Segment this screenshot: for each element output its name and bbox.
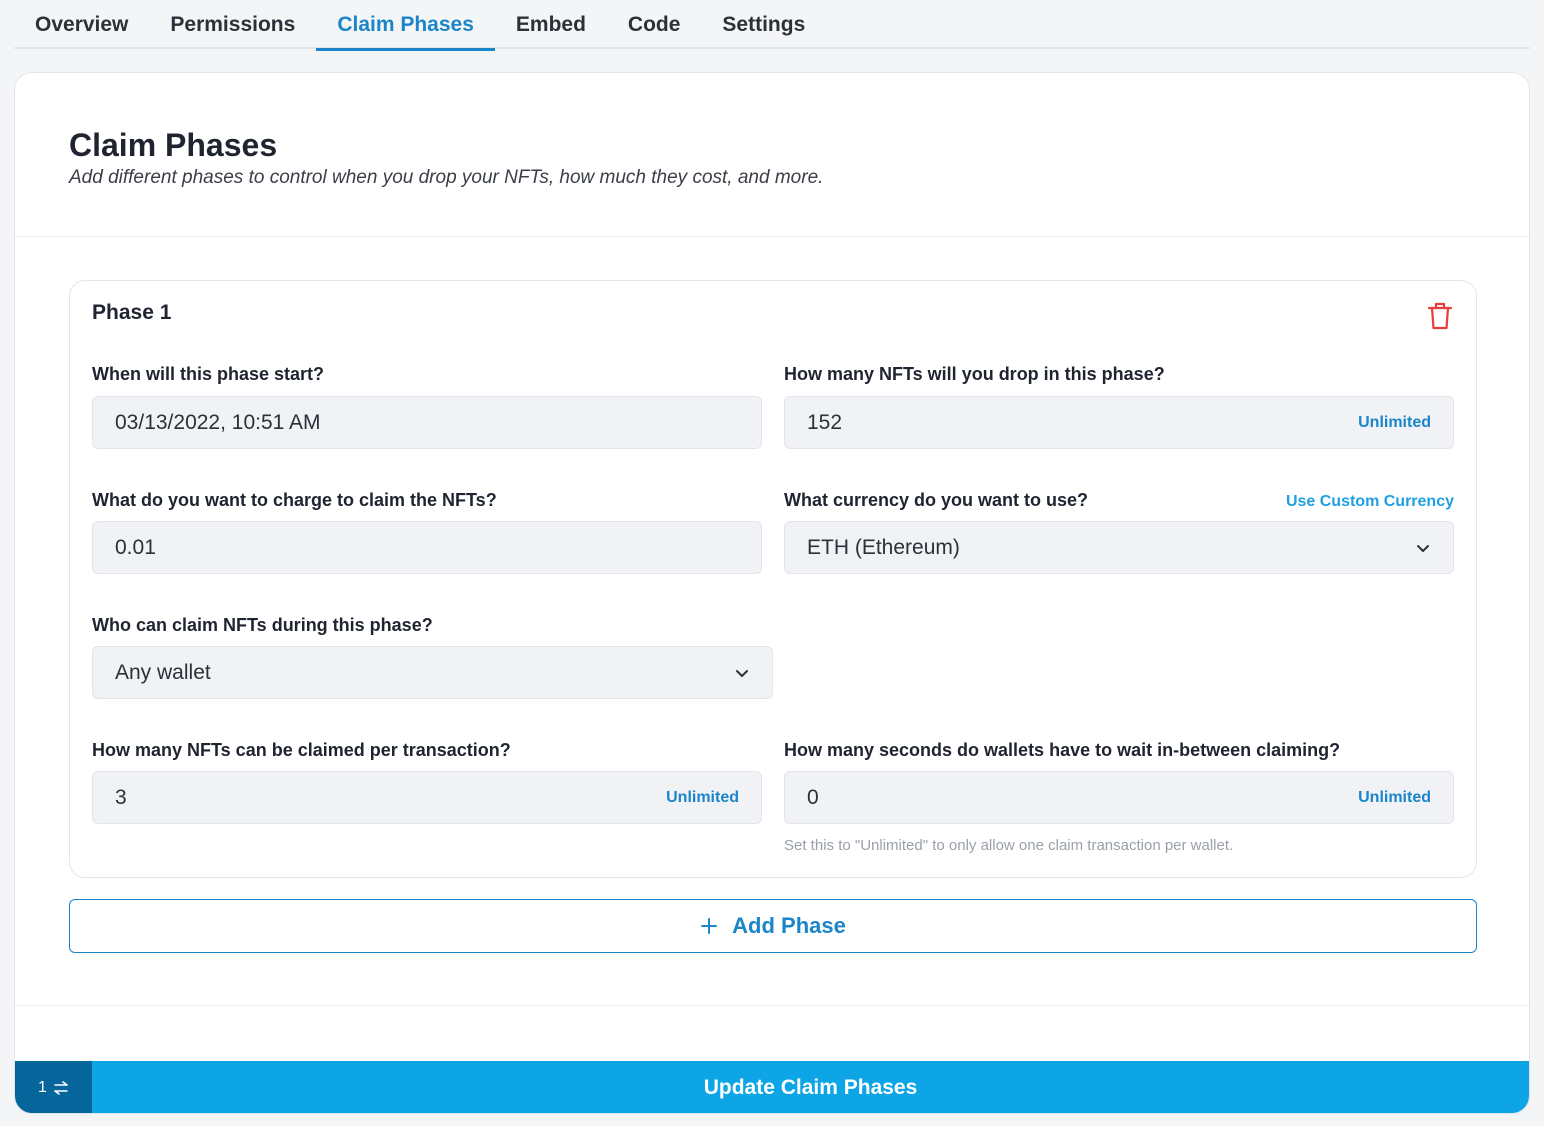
tab-bar: Overview Permissions Claim Phases Embed … <box>14 0 1530 51</box>
currency-select[interactable]: ETH (Ethereum) <box>784 521 1454 574</box>
delete-phase-button[interactable] <box>1426 301 1454 331</box>
tab-overview[interactable]: Overview <box>14 0 149 49</box>
trash-icon <box>1427 302 1453 330</box>
wait-help-text: Set this to "Unlimited" to only allow on… <box>784 837 1234 854</box>
chevron-down-icon <box>1417 544 1429 552</box>
tab-permissions[interactable]: Permissions <box>149 0 316 49</box>
divider <box>15 1005 1529 1006</box>
supply-value: 152 <box>807 410 843 434</box>
who-label: Who can claim NFTs during this phase? <box>92 615 433 635</box>
start-label: When will this phase start? <box>92 364 325 384</box>
chevron-down-icon <box>736 669 748 677</box>
use-custom-currency-link[interactable]: Use Custom Currency <box>1286 493 1454 511</box>
plus-icon <box>701 918 718 934</box>
per-tx-input[interactable]: 3 Unlimited <box>92 771 762 824</box>
add-phase-button[interactable]: Add Phase <box>69 899 1477 953</box>
who-select[interactable]: Any wallet <box>92 646 773 699</box>
start-date-value: 03/13/2022, 10:51 AM <box>115 410 321 434</box>
page-title: Claim Phases <box>69 127 278 163</box>
phase-card: Phase 1 When will this phase start? 03/1… <box>69 280 1477 878</box>
card-header: Claim Phases Add different phases to con… <box>15 73 1529 237</box>
claim-phases-card: Claim Phases Add different phases to con… <box>14 72 1530 1114</box>
currency-value: ETH (Ethereum) <box>807 535 960 559</box>
who-value: Any wallet <box>115 660 211 684</box>
price-input[interactable]: 0.01 <box>92 521 762 574</box>
price-value: 0.01 <box>115 535 156 559</box>
page-subtitle: Add different phases to control when you… <box>69 167 824 188</box>
supply-label: How many NFTs will you drop in this phas… <box>784 364 1165 384</box>
wait-input[interactable]: 0 Unlimited <box>784 771 1454 824</box>
footer-bar: 1 Update Claim Phases <box>15 1061 1529 1113</box>
price-label: What do you want to charge to claim the … <box>92 490 497 510</box>
tab-embed[interactable]: Embed <box>495 0 607 49</box>
transaction-count: 1 <box>38 1078 47 1096</box>
supply-input[interactable]: 152 Unlimited <box>784 396 1454 449</box>
add-phase-label: Add Phase <box>732 913 846 938</box>
wait-label: How many seconds do wallets have to wait… <box>784 740 1341 760</box>
currency-label: What currency do you want to use? <box>784 490 1089 510</box>
supply-unlimited-button[interactable]: Unlimited <box>1358 414 1431 432</box>
tab-claim-phases[interactable]: Claim Phases <box>316 0 495 51</box>
update-claim-phases-button[interactable]: Update Claim Phases <box>92 1061 1529 1113</box>
per-tx-unlimited-button[interactable]: Unlimited <box>666 789 739 807</box>
per-tx-label: How many NFTs can be claimed per transac… <box>92 740 511 760</box>
wait-unlimited-button[interactable]: Unlimited <box>1358 789 1431 807</box>
swap-arrows-icon <box>54 1080 68 1095</box>
phase-title: Phase 1 <box>92 301 172 324</box>
tab-code[interactable]: Code <box>607 0 702 49</box>
transaction-count-button[interactable]: 1 <box>15 1061 92 1113</box>
start-date-input[interactable]: 03/13/2022, 10:51 AM <box>92 396 762 449</box>
per-tx-value: 3 <box>115 785 127 809</box>
wait-value: 0 <box>807 785 819 809</box>
tab-settings[interactable]: Settings <box>701 0 826 49</box>
